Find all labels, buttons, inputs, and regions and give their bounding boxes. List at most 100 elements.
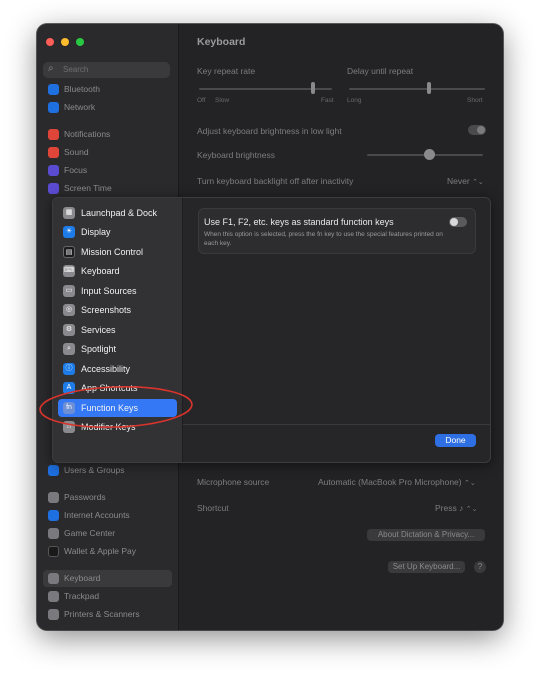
keyboard-icon: ⌨ [63, 265, 75, 277]
sidebar-item-trackpad[interactable]: Trackpad [43, 588, 172, 605]
shortcut-value: Press [435, 503, 457, 513]
delay-until-repeat-thumb[interactable] [427, 82, 431, 94]
category-accessibility[interactable]: ⓘ Accessibility [58, 360, 177, 378]
sidebar-item-network[interactable]: Network [43, 99, 172, 116]
sidebar-item-screen-time[interactable]: Screen Time [43, 180, 172, 197]
backlight-off-value: Never [447, 176, 470, 186]
search-field[interactable]: ⌕ Search [43, 62, 170, 78]
delay-until-repeat-slider[interactable] [349, 88, 485, 90]
key-repeat-rate-thumb[interactable] [311, 82, 315, 94]
speaker-icon [48, 147, 59, 158]
sidebar-item-keyboard[interactable]: Keyboard [43, 570, 172, 587]
category-screenshots[interactable]: ◎ Screenshots [58, 301, 177, 319]
help-button[interactable]: ? [474, 561, 486, 573]
category-label: Spotlight [81, 344, 117, 354]
sidebar-item-label: Game Center [64, 528, 116, 538]
delay-min-label: Long [347, 97, 362, 104]
category-services[interactable]: ⚙ Services [58, 321, 177, 339]
sidebar-item-label: Notifications [64, 129, 111, 139]
key-repeat-max-label: Fast [321, 97, 334, 104]
done-button[interactable]: Done [435, 434, 476, 447]
about-dictation-button[interactable]: About Dictation & Privacy... [367, 529, 485, 541]
minimize-window-button[interactable] [61, 38, 69, 46]
bluetooth-icon [48, 84, 59, 95]
mission-control-icon: ▤ [63, 246, 75, 258]
wallet-icon [48, 546, 59, 557]
gear-icon: ⚙ [63, 324, 75, 336]
sidebar-item-label: Printers & Scanners [64, 609, 140, 619]
zoom-window-button[interactable] [76, 38, 84, 46]
sheet-footer-divider [183, 424, 490, 425]
set-up-keyboard-button[interactable]: Set Up Keyboard... [388, 561, 465, 573]
shortcut-popup[interactable]: Press ♪ ⌃⌄ [435, 503, 477, 513]
backlight-off-label: Turn keyboard backlight off after inacti… [197, 176, 354, 186]
sidebar-item-label: Passwords [64, 492, 106, 502]
search-icon: ⌕ [63, 343, 75, 355]
category-keyboard[interactable]: ⌨ Keyboard [58, 262, 177, 280]
microphone-source-label: Microphone source [197, 477, 270, 487]
display-icon: ☀ [63, 226, 75, 238]
function-keys-toggle[interactable] [449, 217, 467, 227]
sidebar-item-label: Bluetooth [64, 84, 100, 94]
key-repeat-rate-label: Key repeat rate [197, 66, 256, 76]
printer-icon [48, 609, 59, 620]
category-spotlight[interactable]: ⌕ Spotlight [58, 340, 177, 358]
category-input-sources[interactable]: ▭ Input Sources [58, 282, 177, 300]
sidebar-item-label: Keyboard [64, 573, 101, 583]
sidebar-item-printers-scanners[interactable]: Printers & Scanners [43, 606, 172, 623]
microphone-source-popup[interactable]: Automatic (MacBook Pro Microphone) ⌃⌄ [318, 477, 476, 487]
backlight-off-popup[interactable]: Never ⌃⌄ [447, 176, 484, 186]
sidebar-item-bluetooth[interactable]: Bluetooth [43, 81, 172, 98]
sidebar-item-label: Network [64, 102, 96, 112]
category-label: Keyboard [81, 266, 120, 276]
sidebar-item-passwords[interactable]: Passwords [43, 489, 172, 506]
sidebar-item-label: Internet Accounts [64, 510, 130, 520]
function-keys-option: Use F1, F2, etc. keys as standard functi… [198, 208, 476, 254]
sidebar-item-label: Focus [64, 165, 88, 175]
function-keys-option-title: Use F1, F2, etc. keys as standard functi… [204, 217, 394, 227]
screenshot-icon: ◎ [63, 304, 75, 316]
key-repeat-min-label: Off [197, 97, 206, 104]
trackpad-icon [48, 591, 59, 602]
adjust-brightness-label: Adjust keyboard brightness in low light [197, 126, 342, 136]
delay-max-label: Short [467, 97, 483, 104]
keyboard-brightness-thumb[interactable] [424, 149, 435, 160]
input-sources-icon: ▭ [63, 285, 75, 297]
accessibility-icon: ⓘ [63, 363, 75, 375]
sidebar-item-internet-accounts[interactable]: Internet Accounts [43, 507, 172, 524]
highlight-ellipse [39, 386, 193, 428]
sidebar-item-label: Users & Groups [64, 465, 125, 475]
sidebar-item-notifications[interactable]: Notifications [43, 126, 172, 143]
category-label: Services [81, 325, 116, 335]
sidebar-item-users-groups[interactable]: Users & Groups [43, 462, 172, 479]
users-icon [48, 465, 59, 476]
category-label: Accessibility [81, 364, 131, 374]
key-icon [48, 492, 59, 503]
category-launchpad-dock[interactable]: ▦ Launchpad & Dock [58, 204, 177, 222]
keyboard-icon [48, 573, 59, 584]
close-window-button[interactable] [46, 38, 54, 46]
highlight-ellipse-stroke [39, 386, 193, 428]
sidebar-item-label: Wallet & Apple Pay [64, 546, 136, 556]
page-title: Keyboard [197, 36, 246, 48]
globe-icon [48, 102, 59, 113]
moon-icon [48, 165, 59, 176]
keyboard-brightness-label: Keyboard brightness [197, 150, 275, 160]
category-mission-control[interactable]: ▤ Mission Control [58, 243, 177, 261]
category-label: Launchpad & Dock [81, 208, 158, 218]
game-center-icon [48, 528, 59, 539]
stepper-icon: ⌃⌄ [465, 506, 478, 513]
sidebar-item-wallet[interactable]: Wallet & Apple Pay [43, 543, 172, 560]
launchpad-icon: ▦ [63, 207, 75, 219]
sidebar-item-sound[interactable]: Sound [43, 144, 172, 161]
stepper-icon: ⌃⌄ [464, 480, 476, 487]
category-label: Input Sources [81, 286, 137, 296]
sidebar-item-game-center[interactable]: Game Center [43, 525, 172, 542]
microphone-icon: ♪ [459, 503, 464, 513]
category-label: Screenshots [81, 305, 132, 315]
adjust-brightness-toggle[interactable] [468, 125, 486, 135]
category-display[interactable]: ☀ Display [58, 223, 177, 241]
sidebar-item-label: Sound [64, 147, 89, 157]
category-label: Mission Control [81, 247, 144, 257]
sidebar-item-focus[interactable]: Focus [43, 162, 172, 179]
